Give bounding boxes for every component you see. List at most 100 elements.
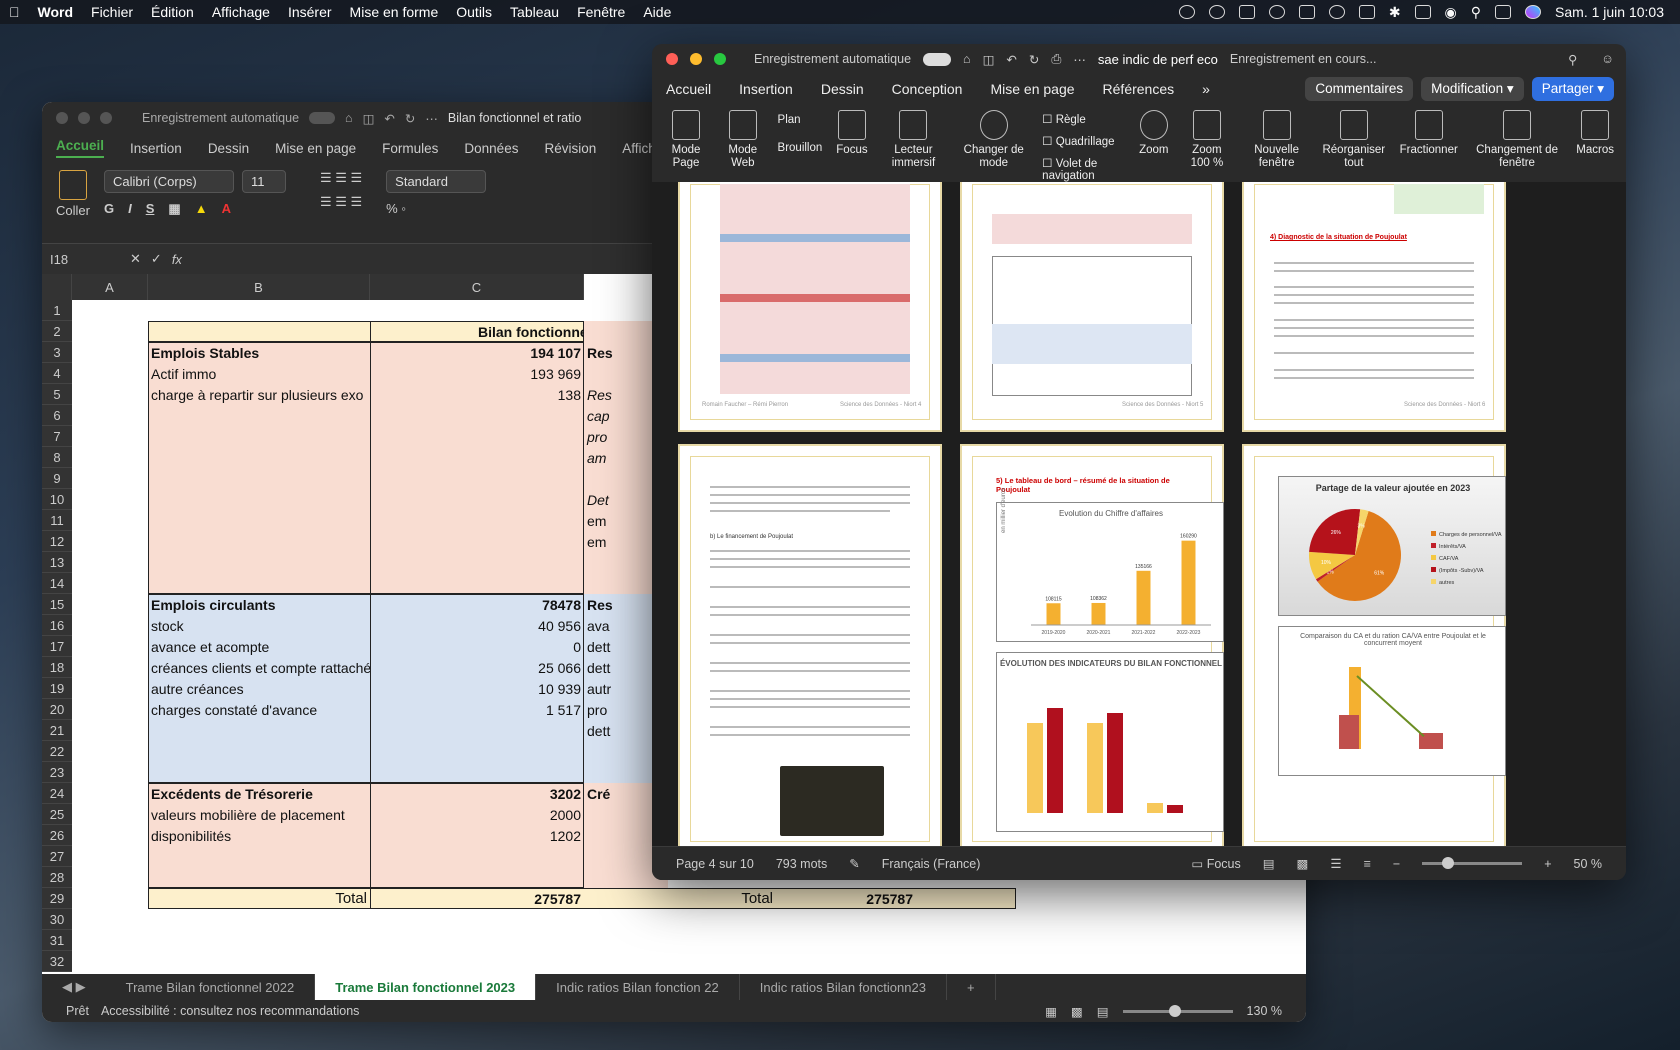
page-9[interactable]: Partage de la valeur ajoutée en 2023 61%… — [1242, 444, 1506, 846]
search-icon[interactable]: ⚲ — [1568, 52, 1589, 67]
coffee-icon[interactable] — [1268, 5, 1285, 19]
name-box[interactable]: I18 — [50, 252, 120, 267]
sheet-tab-ratios-23[interactable]: Indic ratios Bilan fonctionn23 — [740, 974, 947, 1000]
web-layout-icon[interactable]: ▩ — [1297, 856, 1309, 871]
paste-button[interactable]: Coller — [56, 170, 90, 217]
menu-mise-en-forme[interactable]: Mise en forme — [341, 4, 448, 20]
italic-icon[interactable]: I — [128, 201, 132, 217]
more-tabs-icon[interactable]: » — [1202, 81, 1210, 97]
tab-formules[interactable]: Formules — [382, 141, 438, 156]
nav-pane-checkbox[interactable]: ☐ Volet de navigation — [1042, 156, 1125, 182]
focus-status-button[interactable]: ▭ Focus — [1191, 856, 1240, 871]
zoom-button[interactable]: Zoom — [1139, 110, 1168, 157]
share-button[interactable]: Partager ▾ — [1531, 77, 1614, 101]
home-icon[interactable]: ⌂ — [963, 52, 971, 66]
zoom-100-button[interactable]: Zoom 100 % — [1182, 110, 1231, 170]
switch-window-button[interactable]: Changement de fenêtre — [1472, 110, 1562, 170]
border-icon[interactable]: ▦ — [168, 201, 180, 217]
value-avance-acompte[interactable]: 0 — [370, 636, 584, 657]
tab-revision[interactable]: Révision — [544, 141, 596, 156]
bold-icon[interactable]: G — [104, 201, 114, 217]
menu-fichier[interactable]: Fichier — [82, 4, 142, 20]
plan-button[interactable]: Plan — [778, 114, 823, 126]
col-header-a[interactable]: A — [72, 274, 148, 300]
mode-web-button[interactable]: Mode Web — [722, 110, 763, 170]
total-label[interactable]: Total — [148, 888, 370, 909]
row-header[interactable]: 24 — [42, 783, 72, 804]
label-autre-creances[interactable]: autre créances — [148, 678, 370, 699]
redo-icon[interactable]: ↻ — [405, 111, 415, 126]
display-icon[interactable] — [1358, 5, 1375, 19]
menu-edition[interactable]: Édition — [142, 4, 203, 20]
row-header[interactable]: 15 — [42, 594, 72, 615]
align-icons[interactable]: ☰ ☰ ☰ — [320, 170, 362, 186]
control-center-icon[interactable] — [1495, 5, 1512, 19]
print-icon[interactable]: ⎙ — [1051, 52, 1061, 67]
row-header[interactable]: 12 — [42, 531, 72, 552]
label-emplois-stables[interactable]: Emplois Stables — [148, 342, 370, 363]
macros-button[interactable]: Macros — [1576, 110, 1614, 157]
value-disponibilites[interactable]: 1202 — [370, 825, 584, 846]
page-5[interactable]: Science des Données - Niort 5 — [960, 182, 1224, 432]
tab-mise-en-page[interactable]: Mise en page — [990, 81, 1074, 97]
focus-button[interactable]: Focus — [836, 110, 868, 157]
app-menu[interactable]: Word — [29, 4, 83, 20]
font-color-icon[interactable]: A — [222, 201, 231, 217]
zoom-level[interactable]: 50 % — [1574, 857, 1627, 871]
page-layout-icon[interactable]: ▩ — [1071, 1004, 1083, 1019]
total-value[interactable]: 275787 — [370, 888, 584, 909]
label-actif-immo[interactable]: Actif immo — [148, 363, 370, 384]
apple-icon[interactable]:  — [0, 4, 29, 20]
total-value-2[interactable]: 275787 — [776, 888, 916, 909]
save-icon[interactable]: ◫ — [983, 52, 995, 67]
normal-view-icon[interactable]: ▦ — [1045, 1004, 1057, 1019]
value-actif-immo[interactable]: 193 969 — [370, 363, 584, 384]
row-header[interactable]: 5 — [42, 384, 72, 405]
row-header[interactable]: 2 — [42, 321, 72, 342]
fill-color-icon[interactable]: ▲ — [195, 201, 208, 217]
tab-references[interactable]: Références — [1103, 81, 1175, 97]
row-header[interactable]: 32 — [42, 951, 72, 972]
proofing-icon[interactable]: ✎ — [849, 856, 859, 871]
word-count[interactable]: 793 mots — [776, 857, 827, 871]
confirm-icon[interactable]: ✓ — [151, 251, 162, 267]
car-icon[interactable] — [1238, 5, 1255, 19]
row-header[interactable]: 29 — [42, 888, 72, 909]
label-stock[interactable]: stock — [148, 615, 370, 636]
close-button[interactable] — [56, 112, 68, 124]
label-disponibilites[interactable]: disponibilités — [148, 825, 370, 846]
row-header[interactable]: 10 — [42, 489, 72, 510]
row-header[interactable]: 28 — [42, 867, 72, 888]
share-person-icon[interactable]: ☺ — [1601, 52, 1626, 66]
tab-accueil[interactable]: Accueil — [56, 138, 105, 158]
row-header[interactable]: 3 — [42, 342, 72, 363]
autosave-toggle[interactable] — [309, 112, 336, 124]
editing-mode-button[interactable]: Modification ▾ — [1421, 77, 1524, 101]
row-header[interactable]: 11 — [42, 510, 72, 531]
font-size-select[interactable]: 11 — [241, 170, 286, 193]
value-creances-clients[interactable]: 25 066 — [370, 657, 584, 678]
row-header[interactable]: 13 — [42, 552, 72, 573]
zoom-button[interactable] — [714, 53, 726, 65]
page-count[interactable]: Page 4 sur 10 — [676, 857, 754, 871]
menu-fenetre[interactable]: Fenêtre — [568, 4, 634, 20]
menu-aide[interactable]: Aide — [634, 4, 680, 20]
tab-affichage[interactable]: Affich — [622, 141, 656, 156]
airdrop-icon[interactable] — [1328, 5, 1345, 19]
percent-icon[interactable]: % ◦ — [386, 201, 486, 216]
row-header[interactable]: 7 — [42, 426, 72, 447]
comments-button[interactable]: Commentaires — [1305, 77, 1414, 101]
row-header[interactable]: 9 — [42, 468, 72, 489]
label-vmp[interactable]: valeurs mobilière de placement — [148, 804, 370, 825]
accessibility-status[interactable]: Accessibilité : consultez nos recommanda… — [101, 1004, 359, 1018]
sheet-nav-icon[interactable]: ◀ ▶ — [42, 979, 106, 995]
document-status[interactable]: Enregistrement en cours... — [1230, 52, 1377, 66]
arrange-all-button[interactable]: Réorganiser tout — [1322, 110, 1386, 170]
label-charges-constatees[interactable]: charges constaté d'avance — [148, 699, 370, 720]
row-header[interactable]: 30 — [42, 909, 72, 930]
value-excedents-tresorerie[interactable]: 3202 — [370, 783, 584, 804]
menu-inserer[interactable]: Insérer — [279, 4, 341, 20]
minimize-button[interactable] — [78, 112, 90, 124]
sync-icon[interactable] — [1178, 5, 1195, 19]
row-header[interactable]: 4 — [42, 363, 72, 384]
